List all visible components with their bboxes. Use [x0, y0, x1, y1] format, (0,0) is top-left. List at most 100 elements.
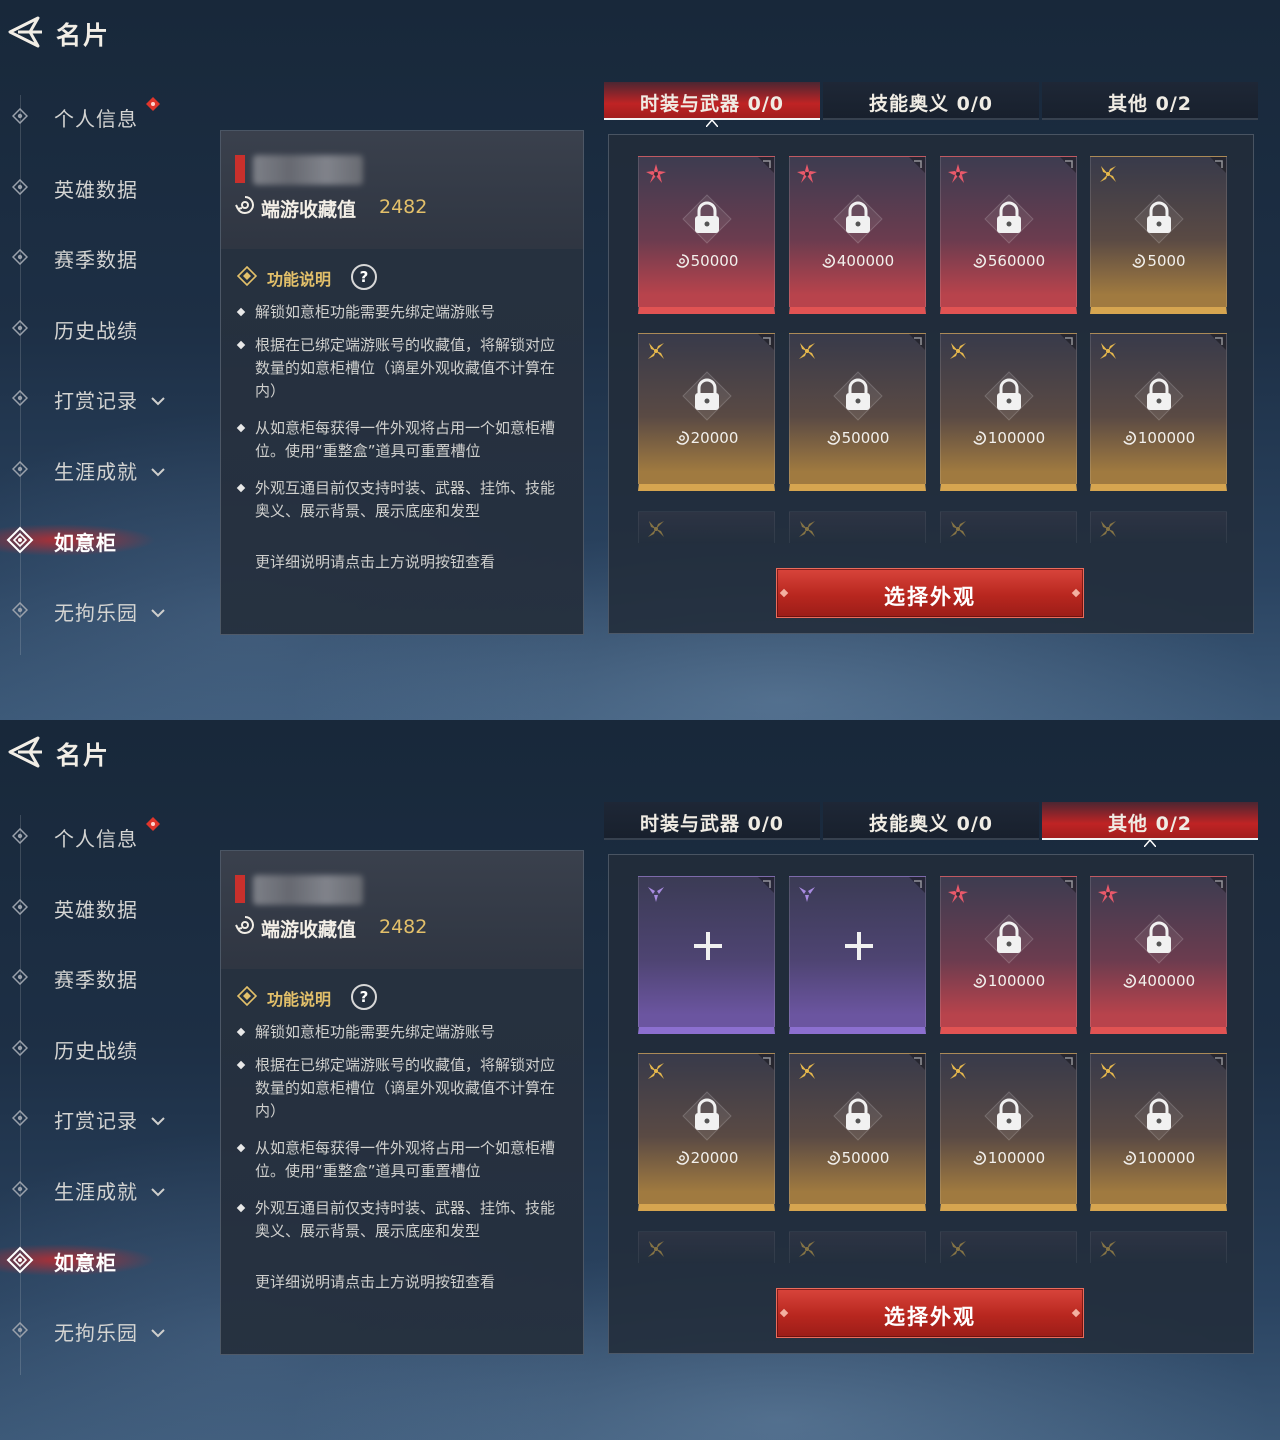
locked-slot-card[interactable]: 560000 [940, 156, 1077, 314]
locked-slot-card[interactable]: 20000 [638, 333, 775, 491]
select-appearance-label: 选择外观 [884, 585, 976, 609]
locked-slot-card[interactable]: 5000 [1090, 156, 1227, 314]
diamond-bullet-icon [11, 1180, 29, 1198]
list-item-text: 从如意柜每获得一件外观将占用一个如意柜槽位。使用“重整盒”道具可重置槽位 [255, 419, 556, 460]
sidebar-item-7[interactable]: 无拘乐园 [0, 588, 200, 632]
locked-slot-card[interactable]: 100000 [940, 876, 1077, 1034]
partial-slot-card [940, 1231, 1077, 1263]
price-value: 5000 [1147, 252, 1186, 270]
sidebar-item-4[interactable]: 打赏记录 [0, 1096, 200, 1140]
player-name-blurred [253, 155, 363, 185]
corner-ornament-icon [909, 877, 925, 893]
gold-rarity-icon [1097, 163, 1119, 185]
page-title: 名片 [56, 21, 111, 50]
unlock-price: 100000 [941, 429, 1076, 447]
partial-slot-card [1090, 1231, 1227, 1263]
chevron-down-icon[interactable] [150, 604, 166, 618]
lock-icon [1133, 370, 1185, 422]
price-value: 400000 [1137, 972, 1196, 990]
locked-slot-card[interactable]: 400000 [1090, 876, 1227, 1034]
tab-0[interactable]: 时装与武器 0/0 [604, 802, 820, 840]
chevron-down-icon[interactable] [150, 1112, 166, 1126]
sidebar-item-3[interactable]: 历史战绩 [0, 1026, 200, 1070]
collection-coin-icon [821, 254, 835, 268]
corner-ornament-icon [909, 157, 925, 173]
sidebar-item-label: 如意柜 [54, 530, 117, 555]
lock-icon [832, 1090, 884, 1142]
select-appearance-button[interactable]: 选择外观 [776, 568, 1084, 618]
tab-name: 其他 [1107, 93, 1148, 115]
diamond-bullet-icon [11, 1110, 29, 1127]
locked-slot-card[interactable]: 100000 [1090, 1053, 1227, 1211]
sidebar-item-1[interactable]: 英雄数据 [0, 165, 200, 209]
collection-coin-icon [826, 431, 840, 445]
help-button[interactable]: ? [351, 984, 377, 1010]
tab-2[interactable]: 其他 0/2 [1042, 82, 1258, 120]
function-title: 功能说明 [267, 270, 332, 289]
help-button[interactable]: ? [351, 264, 377, 290]
function-title: 功能说明 [267, 990, 332, 1009]
sidebar-item-label: 生涯成就 [54, 460, 138, 484]
sidebar-item-label: 历史战绩 [54, 318, 138, 343]
tab-count: 0/0 [747, 93, 785, 115]
unlock-price: 400000 [790, 252, 925, 270]
gold-rarity-icon [947, 1238, 969, 1260]
diamond-icon [236, 265, 258, 287]
bullet-dot-icon [236, 423, 246, 433]
price-value: 100000 [1137, 429, 1196, 447]
sidebar-item-0[interactable]: 个人信息 [0, 94, 200, 138]
locked-slot-card[interactable]: 20000 [638, 1053, 775, 1211]
chevron-down-icon[interactable] [150, 1324, 166, 1338]
locked-slot-card[interactable]: 100000 [940, 1053, 1077, 1211]
chevron-down-icon[interactable] [150, 392, 166, 406]
back-arrow-icon[interactable] [4, 734, 44, 770]
price-value: 100000 [987, 972, 1046, 990]
sidebar-item-3[interactable]: 历史战绩 [0, 306, 200, 350]
partial-slot-card [789, 511, 926, 543]
red-rarity-icon [947, 883, 969, 905]
sidebar-item-0[interactable]: 个人信息 [0, 814, 200, 858]
locked-slot-card[interactable]: 50000 [789, 1053, 926, 1211]
chevron-down-icon[interactable] [150, 1183, 166, 1197]
list-item-text: 外观互通目前仅支持时装、武器、挂饰、技能奥义、展示背景、展示底座和发型 [255, 479, 556, 520]
bullet-dot-icon [236, 1027, 246, 1037]
tab-1[interactable]: 技能奥义 0/0 [823, 802, 1039, 840]
locked-slot-card[interactable]: 50000 [638, 156, 775, 314]
locked-slot-card[interactable]: 100000 [940, 333, 1077, 491]
description-list: 解锁如意柜功能需要先绑定端游账号 根据在已绑定端游账号的收藏值，将解锁对应数量的如… [236, 301, 567, 537]
unlock-price: 20000 [639, 1149, 774, 1167]
locked-slot-card[interactable]: 50000 [789, 333, 926, 491]
sidebar-item-2[interactable]: 赛季数据 [0, 955, 200, 999]
price-value: 560000 [987, 252, 1046, 270]
sidebar-item-7[interactable]: 无拘乐园 [0, 1308, 200, 1352]
list-item-text: 根据在已绑定端游账号的收藏值，将解锁对应数量的如意柜槽位（谪星外观收藏值不计算在… [255, 1056, 556, 1120]
sidebar-item-6[interactable]: 如意柜 [0, 518, 200, 562]
diamond-bullet-icon [11, 319, 29, 336]
sidebar-item-1[interactable]: 英雄数据 [0, 885, 200, 929]
back-arrow-icon[interactable] [4, 14, 44, 50]
price-value: 20000 [690, 429, 739, 447]
accent-mark [235, 155, 245, 183]
lock-icon [983, 913, 1035, 965]
gold-rarity-icon [645, 1060, 667, 1082]
sidebar-item-4[interactable]: 打赏记录 [0, 376, 200, 420]
locked-slot-card[interactable]: 400000 [789, 156, 926, 314]
screen-shot-bottom: 名片 个人信息 英雄数据 赛季数据 历史战绩 打赏记录 生涯成就 如意柜 无拘乐园 端游收藏值 24… [0, 720, 1280, 1440]
collection-coin-icon [1122, 1151, 1136, 1165]
sidebar-item-2[interactable]: 赛季数据 [0, 235, 200, 279]
select-appearance-button[interactable]: 选择外观 [776, 1288, 1084, 1338]
tab-2[interactable]: 其他 0/2 [1042, 802, 1258, 848]
sidebar-item-label: 无拘乐园 [54, 1321, 138, 1346]
unlock-price: 100000 [941, 1149, 1076, 1167]
sidebar-item-5[interactable]: 生涯成就 [0, 447, 200, 491]
tab-0[interactable]: 时装与武器 0/0 [604, 82, 820, 128]
sidebar-item-label: 生涯成就 [54, 1180, 138, 1204]
chevron-down-icon[interactable] [150, 463, 166, 477]
unlock-price: 20000 [639, 429, 774, 447]
locked-slot-card[interactable]: 100000 [1090, 333, 1227, 491]
empty-slot-card[interactable] [789, 876, 926, 1034]
empty-slot-card[interactable] [638, 876, 775, 1034]
tab-1[interactable]: 技能奥义 0/0 [823, 82, 1039, 120]
sidebar-item-5[interactable]: 生涯成就 [0, 1167, 200, 1211]
sidebar-item-6[interactable]: 如意柜 [0, 1238, 200, 1282]
